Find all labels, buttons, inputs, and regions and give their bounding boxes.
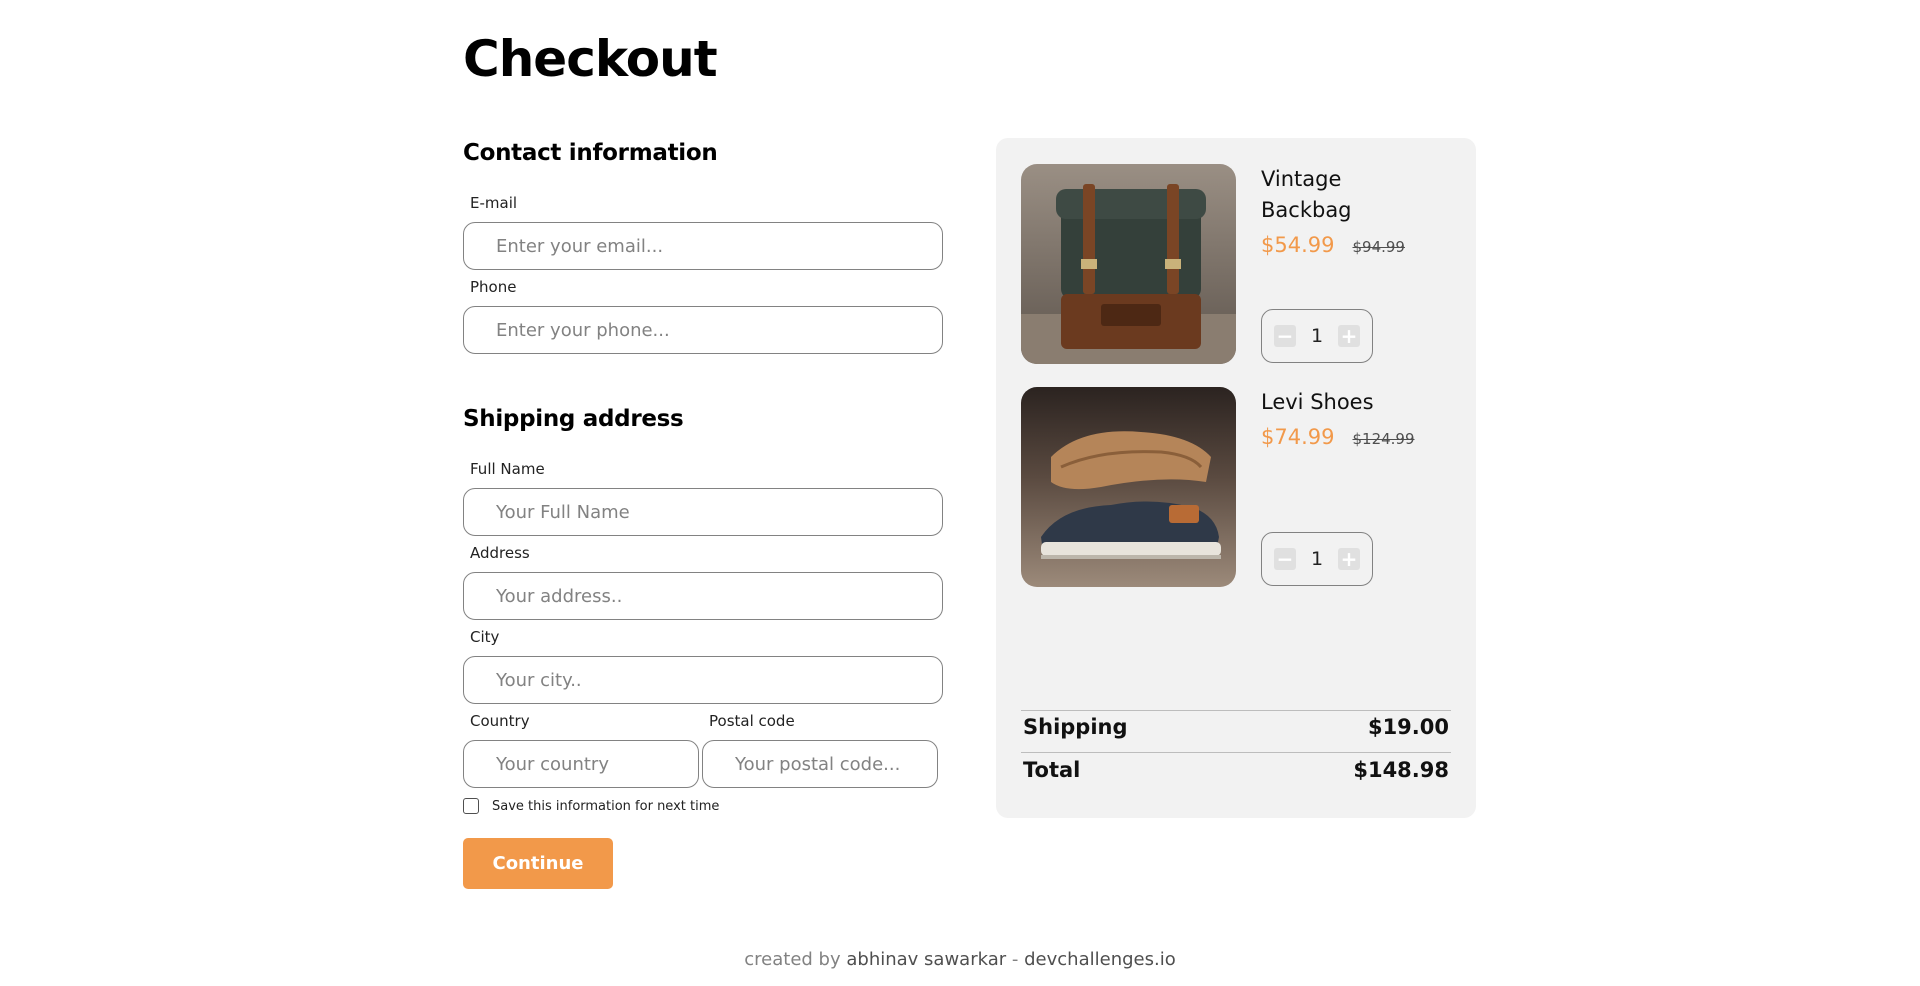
address-label: Address (470, 544, 530, 562)
quantity-value: 1 (1310, 325, 1324, 347)
continue-button[interactable]: Continue (463, 838, 613, 889)
divider (1021, 752, 1451, 753)
save-info-label: Save this information for next time (492, 798, 720, 814)
item-price: $54.99 (1261, 233, 1335, 257)
phone-label: Phone (470, 278, 517, 296)
cart-summary: Vintage Backbag $54.99 $94.99 − 1 + Levi… (996, 138, 1476, 818)
shoes-image (1021, 387, 1236, 587)
price-row: $54.99 $94.99 (1261, 233, 1405, 257)
item-name: Levi Shoes (1261, 390, 1374, 414)
increase-button[interactable]: + (1338, 548, 1360, 570)
phone-input[interactable] (463, 306, 943, 354)
item-name: Vintage Backbag (1261, 167, 1352, 222)
price-row: $74.99 $124.99 (1261, 425, 1415, 449)
decrease-button[interactable]: − (1274, 325, 1296, 347)
cart-item: Vintage Backbag $54.99 $94.99 − 1 + (1021, 164, 1451, 364)
footer-prefix: created by (744, 949, 841, 970)
shipping-row: Shipping $19.00 (1023, 715, 1449, 739)
total-row: Total $148.98 (1023, 758, 1449, 782)
postal-code-label: Postal code (709, 712, 795, 730)
city-label: City (470, 628, 500, 646)
quantity-value: 1 (1310, 548, 1324, 570)
decrease-button[interactable]: − (1274, 548, 1296, 570)
address-input[interactable] (463, 572, 943, 620)
save-info-checkbox[interactable] (463, 798, 479, 814)
country-label: Country (470, 712, 530, 730)
full-name-label: Full Name (470, 460, 545, 478)
footer: created by abhinav sawarkar - devchallen… (0, 949, 1920, 970)
quantity-stepper: − 1 + (1261, 532, 1373, 586)
backpack-image (1021, 164, 1236, 364)
footer-separator: - (1011, 949, 1019, 970)
cart-item: Levi Shoes $74.99 $124.99 − 1 + (1021, 387, 1451, 587)
postal-code-input[interactable] (702, 740, 938, 788)
shipping-label: Shipping (1023, 715, 1128, 739)
quantity-stepper: − 1 + (1261, 309, 1373, 363)
increase-button[interactable]: + (1338, 325, 1360, 347)
email-label: E-mail (470, 194, 518, 212)
divider (1021, 710, 1451, 711)
email-input[interactable] (463, 222, 943, 270)
full-name-input[interactable] (463, 488, 943, 536)
footer-site-link[interactable]: devchallenges.io (1024, 949, 1176, 970)
country-input[interactable] (463, 740, 699, 788)
page-title: Checkout (463, 30, 718, 88)
total-value: $148.98 (1353, 758, 1449, 782)
footer-author-link[interactable]: abhinav sawarkar (846, 949, 1006, 970)
save-info-row: Save this information for next time (463, 798, 719, 814)
contact-heading: Contact information (463, 140, 718, 166)
shipping-value: $19.00 (1367, 715, 1449, 739)
city-input[interactable] (463, 656, 943, 704)
shipping-heading: Shipping address (463, 406, 684, 432)
total-label: Total (1023, 758, 1081, 782)
item-old-price: $94.99 (1352, 238, 1405, 256)
item-old-price: $124.99 (1352, 430, 1415, 448)
item-price: $74.99 (1261, 425, 1335, 449)
